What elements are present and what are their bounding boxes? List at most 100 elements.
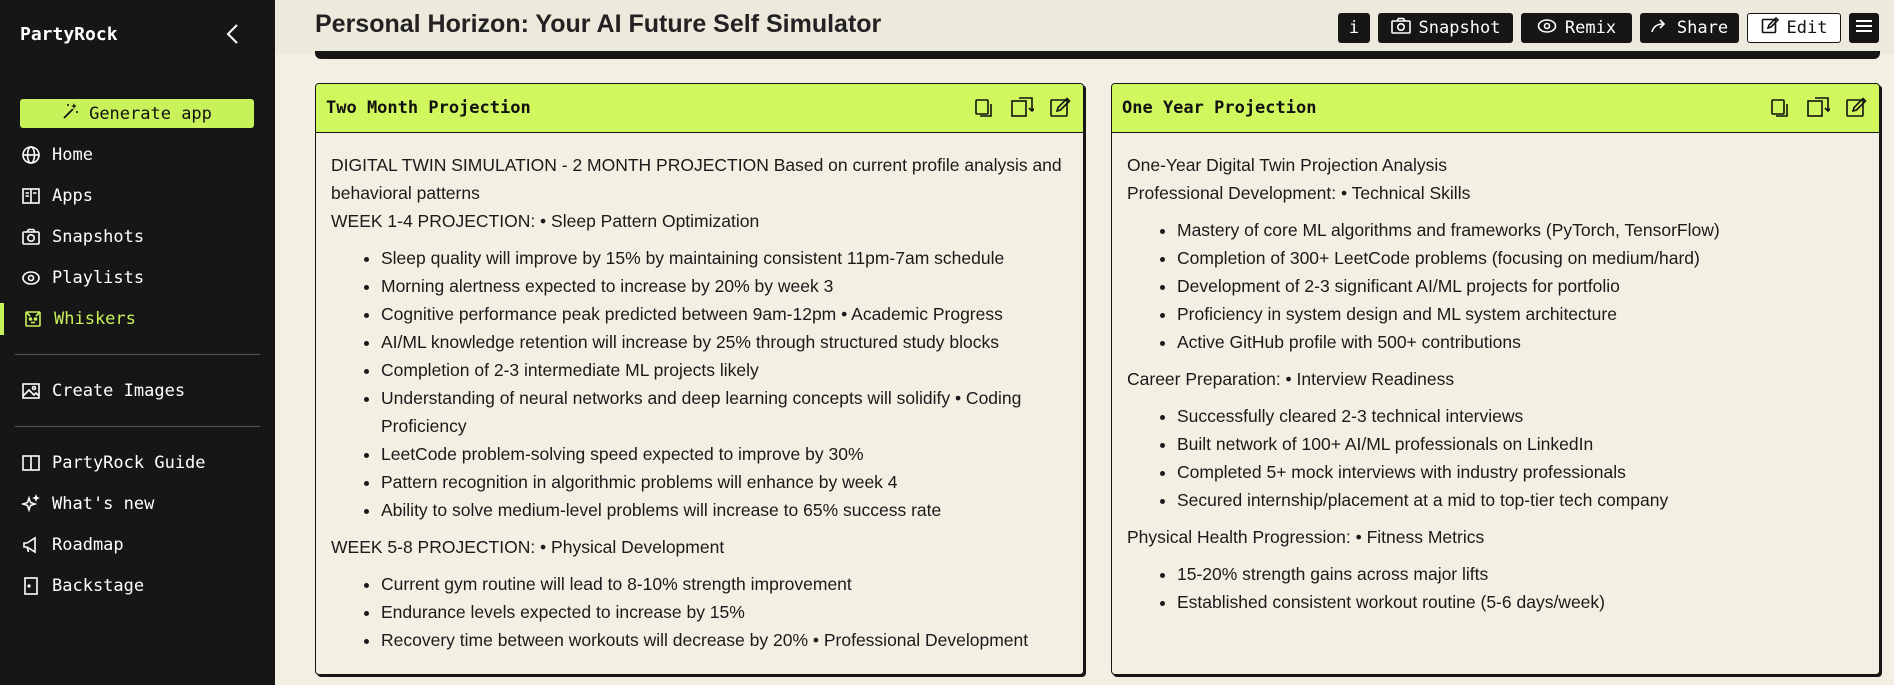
card-header: Two Month Projection [316,84,1083,133]
intro-text: DIGITAL TWIN SIMULATION - 2 MONTH PROJEC… [331,155,1062,203]
sidebar-item-label: What's new [52,494,155,514]
section-heading: WEEK 1-4 PROJECTION: • Sleep Pattern Opt… [331,211,760,231]
remix-button[interactable]: Remix [1521,13,1632,43]
list-item: 15-20% strength gains across major lifts [1177,560,1864,588]
list-item: Mastery of core ML algorithms and framew… [1177,216,1864,244]
list-item: Active GitHub profile with 500+ contribu… [1177,328,1864,356]
sidebar-item-home[interactable]: Home [0,139,275,171]
cat-icon [22,308,44,330]
list-item: Endurance levels expected to increase by… [381,598,1068,626]
sparkles-icon [20,493,42,515]
list-item: AI/ML knowledge retention will increase … [381,328,1068,356]
sidebar-item-partyrock-guide[interactable]: PartyRock Guide [0,447,275,479]
list-item: Successfully cleared 2-3 technical inter… [1177,402,1864,430]
snapshot-label: Snapshot [1418,18,1501,38]
bullet-list: Sleep quality will improve by 15% by mai… [331,244,1068,524]
one-year-projection-card: One Year Projection One-Year Digital Twi… [1111,83,1880,675]
image-icon [20,380,42,402]
card-header: One Year Projection [1112,84,1879,133]
sidebar-item-roadmap[interactable]: Roadmap [0,529,275,561]
globe-icon [20,144,42,166]
list-item: Understanding of neural networks and dee… [381,384,1068,440]
sidebar-item-whiskers[interactable]: Whiskers [0,303,275,335]
sidebar-item-label: Create Images [52,381,186,401]
info-label: i [1348,18,1360,38]
list-item: Sleep quality will improve by 15% by mai… [381,244,1068,272]
info-button[interactable]: i [1338,13,1370,43]
generate-app-label: Generate app [89,103,212,124]
playlist-icon [20,267,42,289]
camera-icon [1390,17,1411,40]
list-item: Completed 5+ mock interviews with indust… [1177,458,1864,486]
sidebar-item-whats-new[interactable]: What's new [0,488,275,520]
remix-icon [1537,18,1557,39]
intro-text: One-Year Digital Twin Projection Analysi… [1127,155,1448,175]
snapshot-button[interactable]: Snapshot [1378,13,1513,43]
previous-card-edge [315,51,1880,59]
brand-logo[interactable]: PartyRock [20,24,118,45]
list-item: Established consistent workout routine (… [1177,588,1864,616]
sidebar-item-create-images[interactable]: Create Images [0,375,275,407]
section-heading: WEEK 5-8 PROJECTION: • Physical Developm… [331,537,725,557]
card-title: Two Month Projection [326,98,531,118]
bullet-list: Current gym routine will lead to 8-10% s… [331,570,1068,654]
copy-icon[interactable] [971,95,997,121]
edit-prompt-icon[interactable] [1843,95,1869,121]
edit-button[interactable]: Edit [1747,13,1841,43]
sidebar-divider [15,354,260,355]
remix-label: Remix [1564,18,1617,38]
sidebar: PartyRock Generate app Home Apps Snapsho… [0,0,275,685]
bullet-list: Successfully cleared 2-3 technical inter… [1127,402,1864,514]
sidebar-item-apps[interactable]: Apps [0,180,275,212]
chevron-left-icon[interactable] [222,22,244,46]
edit-label: Edit [1786,18,1828,38]
list-item: Recovery time between workouts will decr… [381,626,1068,654]
card-title: One Year Projection [1122,98,1317,118]
sidebar-item-playlists[interactable]: Playlists [0,262,275,294]
list-item: Built network of 100+ AI/ML professional… [1177,430,1864,458]
card-actions [1767,95,1869,121]
generate-app-button[interactable]: Generate app [20,99,254,128]
sidebar-item-label: Playlists [52,268,145,288]
bullet-list: Mastery of core ML algorithms and framew… [1127,216,1864,356]
camera-icon [20,226,42,248]
two-month-projection-card: Two Month Projection DIGITAL TWIN SIMULA… [315,83,1084,675]
menu-button[interactable] [1849,13,1879,43]
sidebar-item-label: Roadmap [52,535,124,555]
sidebar-item-snapshots[interactable]: Snapshots [0,221,275,253]
magic-wand-icon [62,102,80,125]
edit-prompt-icon[interactable] [1047,95,1073,121]
list-item: Completion of 300+ LeetCode problems (fo… [1177,244,1864,272]
list-item: Pattern recognition in algorithmic probl… [381,468,1068,496]
share-button[interactable]: Share [1640,13,1739,43]
section-heading: Career Preparation: • Interview Readines… [1127,369,1455,389]
book-icon [20,185,42,207]
door-icon [20,575,42,597]
edit-icon [1761,16,1779,40]
sidebar-item-label: Apps [52,186,93,206]
sidebar-item-label: Home [52,145,93,165]
sidebar-divider [15,426,260,427]
share-label: Share [1676,18,1729,38]
regenerate-icon[interactable] [1009,95,1035,121]
top-header: Personal Horizon: Your AI Future Self Si… [275,0,1894,54]
hamburger-menu-icon [1856,18,1872,38]
list-item: Secured internship/placement at a mid to… [1177,486,1864,514]
page-title: Personal Horizon: Your AI Future Self Si… [315,10,882,38]
copy-icon[interactable] [1767,95,1793,121]
sidebar-item-label: Backstage [52,576,145,596]
section-heading: Professional Development: • Technical Sk… [1127,183,1471,203]
card-body: One-Year Digital Twin Projection Analysi… [1112,133,1879,616]
list-item: Proficiency in system design and ML syst… [1177,300,1864,328]
bullet-list: 15-20% strength gains across major lifts… [1127,560,1864,616]
sidebar-item-label: Snapshots [52,227,145,247]
list-item: Cognitive performance peak predicted bet… [381,300,1068,328]
regenerate-icon[interactable] [1805,95,1831,121]
section-heading: Physical Health Progression: • Fitness M… [1127,527,1485,547]
list-item: Current gym routine will lead to 8-10% s… [381,570,1068,598]
list-item: Completion of 2-3 intermediate ML projec… [381,356,1068,384]
megaphone-icon [20,534,42,556]
sidebar-item-backstage[interactable]: Backstage [0,570,275,602]
sidebar-item-label: Whiskers [54,309,136,329]
list-item: Ability to solve medium-level problems w… [381,496,1068,524]
